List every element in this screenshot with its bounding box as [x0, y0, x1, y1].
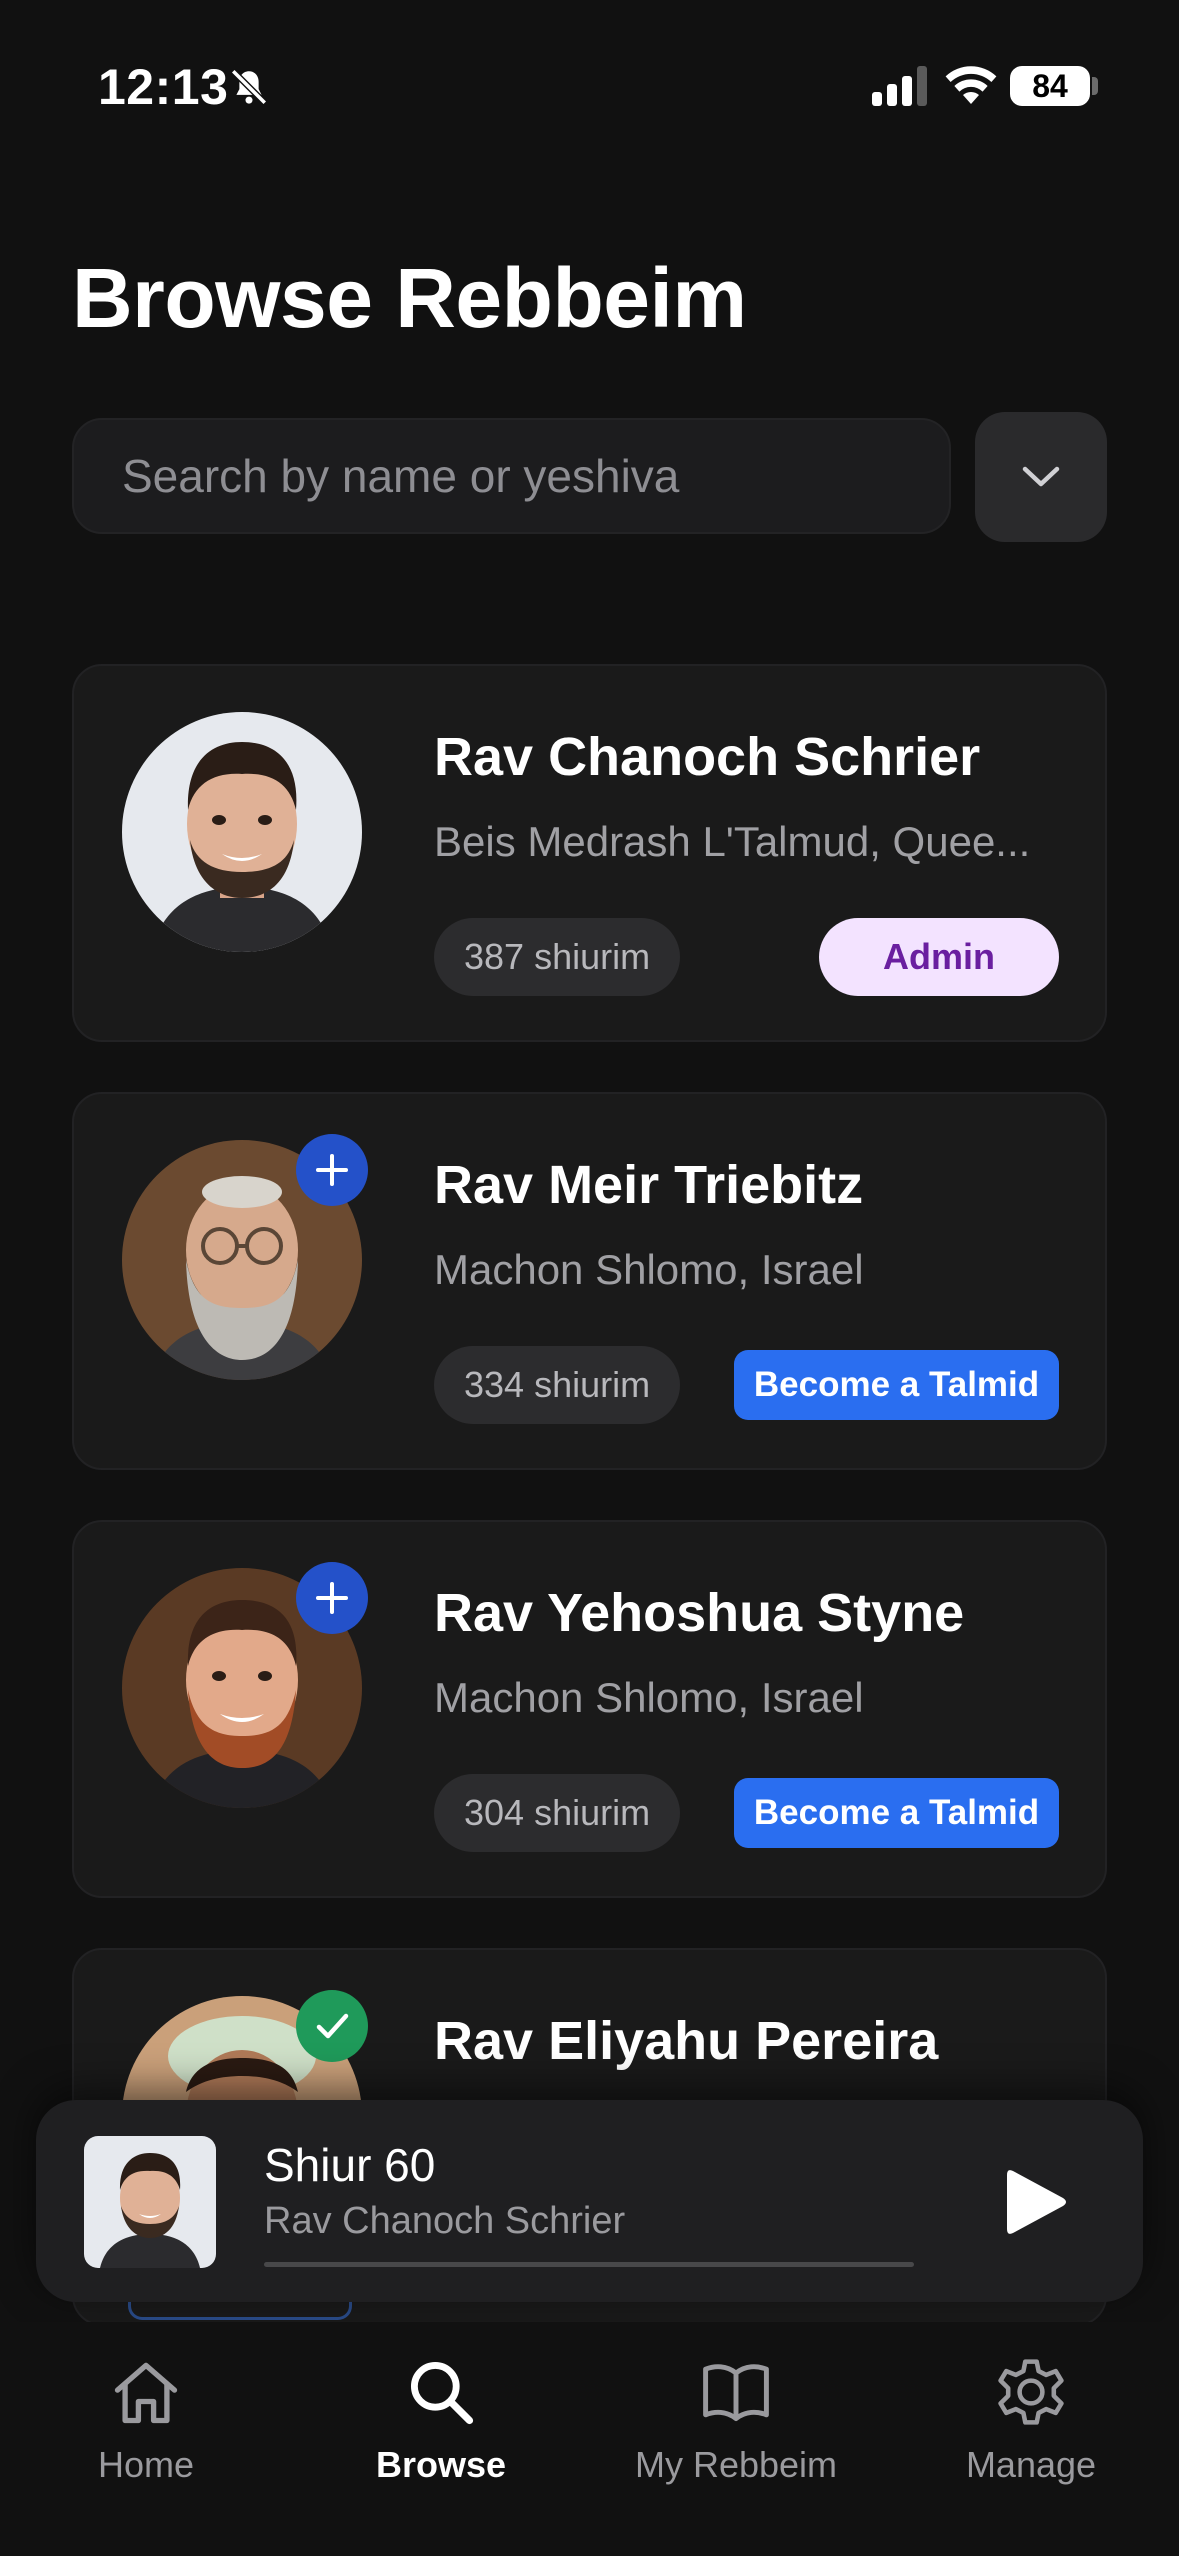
- rebbe-card[interactable]: Rav Chanoch Schrier Beis Medrash L'Talmu…: [72, 664, 1107, 1042]
- play-icon: [1007, 2170, 1066, 2234]
- rebbe-name: Rav Eliyahu Pereira: [434, 2011, 939, 2071]
- rebbe-name: Rav Yehoshua Styne: [434, 1583, 965, 1643]
- bell-slash-icon: [231, 69, 267, 105]
- rebbe-yeshiva: Machon Shlomo, Israel: [434, 1674, 864, 1721]
- filter-dropdown-button[interactable]: [975, 412, 1107, 542]
- tab-manage-label: Manage: [965, 2444, 1097, 2485]
- mini-player-title: Shiur 60: [264, 2139, 436, 2191]
- cellular-signal-icon: [872, 66, 927, 106]
- shiurim-count: 304 shiurim: [434, 1774, 681, 1852]
- mini-player-subtitle: Rav Chanoch Schrier: [264, 2200, 626, 2242]
- add-talmid-badge[interactable]: [296, 1134, 368, 1206]
- mini-player-thumbnail: [84, 2136, 216, 2268]
- mini-player[interactable]: Shiur 60 Rav Chanoch Schrier: [36, 2100, 1143, 2302]
- browse-rebbeim-screen: 12:13 84 Browse Rebbeim Search by name o…: [0, 0, 1179, 2556]
- add-talmid-badge[interactable]: [296, 1562, 368, 1634]
- house-icon: [114, 2362, 178, 2424]
- checkmark-icon: [316, 2013, 349, 2039]
- playback-progress-bar[interactable]: [264, 2262, 914, 2267]
- plus-icon: [316, 1154, 348, 1186]
- tab-home-label: Home: [97, 2444, 195, 2485]
- status-bar: 12:13 84: [0, 0, 1179, 170]
- rebbe-card[interactable]: Rav Yehoshua Styne Machon Shlomo, Israel…: [72, 1520, 1107, 1898]
- become-talmid-button[interactable]: Become a Talmid: [734, 1778, 1059, 1848]
- search-input[interactable]: [74, 420, 949, 532]
- book-open-icon: [703, 2364, 769, 2422]
- shiurim-count: 387 shiurim: [434, 918, 681, 996]
- battery-nub: [1092, 77, 1098, 95]
- tab-manage[interactable]: Manage: [901, 2342, 1161, 2512]
- become-talmid-button[interactable]: Become a Talmid: [734, 1350, 1059, 1420]
- plus-icon: [316, 1582, 348, 1614]
- gear-icon: [998, 2359, 1064, 2425]
- tab-my-rebbeim[interactable]: My Rebbeim: [606, 2342, 866, 2512]
- tab-browse[interactable]: Browse: [311, 2342, 571, 2512]
- tab-browse-label: Browse: [375, 2444, 507, 2485]
- card-button-peek: [128, 2300, 352, 2320]
- admin-badge[interactable]: Admin: [819, 918, 1059, 996]
- tab-bar: Home Browse My Rebbeim Manage: [0, 2322, 1179, 2556]
- following-badge[interactable]: [296, 1990, 368, 2062]
- wifi-icon: [945, 66, 997, 104]
- page-title: Browse Rebbeim: [72, 251, 747, 345]
- avatar: [122, 712, 362, 952]
- tab-home[interactable]: Home: [16, 2342, 276, 2512]
- play-button[interactable]: [996, 2162, 1076, 2242]
- chevron-down-icon: [1022, 466, 1060, 487]
- rebbe-yeshiva: Beis Medrash L'Talmud, Quee...: [434, 818, 1031, 865]
- rebbe-card[interactable]: Rav Meir Triebitz Machon Shlomo, Israel …: [72, 1092, 1107, 1470]
- search-icon: [410, 2361, 474, 2425]
- search-box[interactable]: [72, 418, 951, 534]
- shiurim-count: 334 shiurim: [434, 1346, 681, 1424]
- rebbe-name: Rav Meir Triebitz: [434, 1155, 864, 1215]
- status-time: 12:13: [98, 59, 229, 115]
- rebbe-name: Rav Chanoch Schrier: [434, 727, 981, 787]
- battery-icon: 84: [1010, 66, 1090, 106]
- tab-my-rebbeim-label: My Rebbeim: [634, 2444, 838, 2485]
- rebbe-yeshiva: Machon Shlomo, Israel: [434, 1246, 864, 1293]
